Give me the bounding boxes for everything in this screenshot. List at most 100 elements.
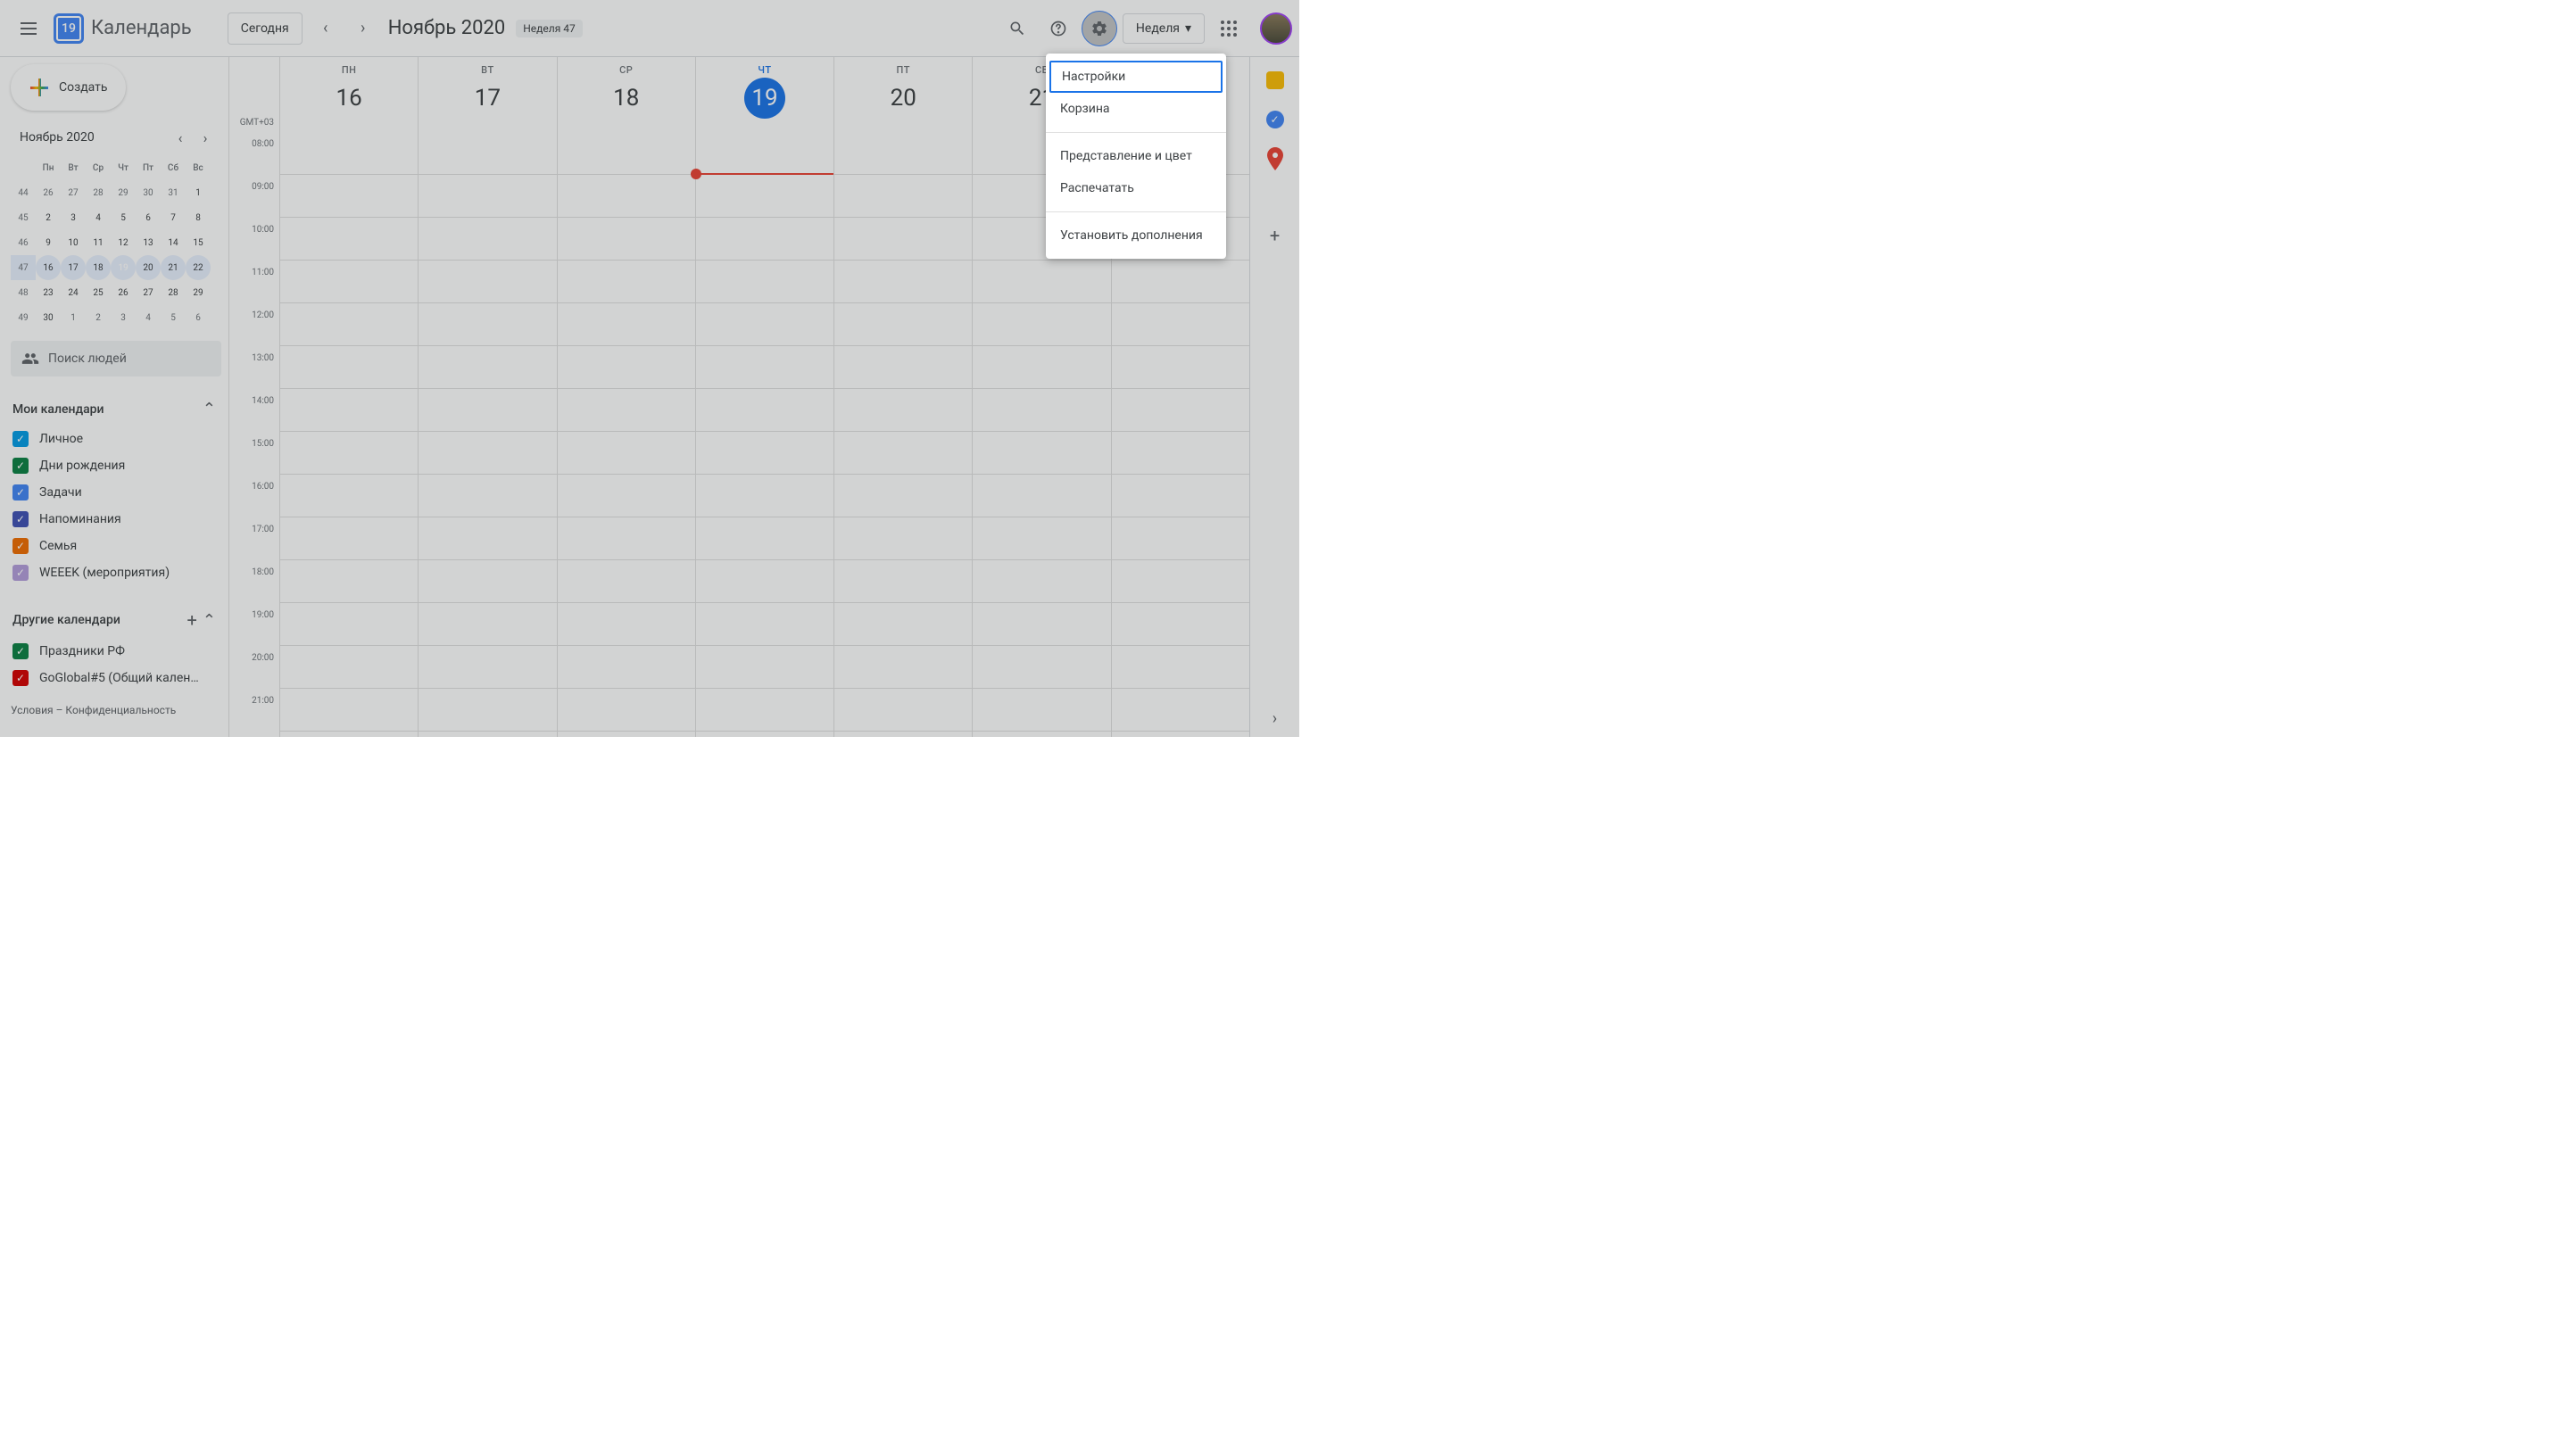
user-avatar[interactable] — [1260, 12, 1292, 45]
calendar-checkbox[interactable]: ✓ — [12, 670, 29, 686]
today-button[interactable]: Сегодня — [228, 12, 303, 45]
settings-button[interactable] — [1082, 11, 1117, 46]
mini-day[interactable]: 3 — [111, 305, 136, 330]
mini-day[interactable]: 2 — [86, 305, 111, 330]
mini-day[interactable]: 14 — [161, 230, 186, 255]
calendar-checkbox[interactable]: ✓ — [12, 538, 29, 554]
privacy-link[interactable]: Конфиденциальность — [65, 704, 176, 716]
mini-day[interactable]: 29 — [111, 180, 136, 205]
mini-day[interactable]: 21 — [161, 255, 186, 280]
mini-day[interactable]: 22 — [186, 255, 211, 280]
google-apps-button[interactable] — [1210, 10, 1248, 47]
my-calendars-toggle[interactable]: Мои календари ⌃ — [11, 393, 221, 426]
day-column[interactable] — [695, 132, 833, 737]
add-calendar-button[interactable]: + — [187, 609, 197, 631]
calendar-checkbox[interactable]: ✓ — [12, 511, 29, 527]
mini-day[interactable]: 1 — [61, 305, 86, 330]
calendar-item[interactable]: ✓ Семья — [11, 533, 221, 559]
mini-day[interactable]: 26 — [36, 180, 61, 205]
mini-day[interactable]: 30 — [36, 305, 61, 330]
mini-day[interactable]: 3 — [61, 205, 86, 230]
search-people-input[interactable]: Поиск людей — [11, 341, 221, 376]
mini-day[interactable]: 2 — [36, 205, 61, 230]
menu-item[interactable]: Корзина — [1046, 93, 1226, 125]
mini-prev-button[interactable]: ‹ — [170, 127, 191, 148]
mini-day[interactable]: 27 — [61, 180, 86, 205]
calendar-item[interactable]: ✓ Задачи — [11, 479, 221, 506]
mini-day[interactable]: 5 — [161, 305, 186, 330]
menu-item[interactable]: Распечатать — [1046, 172, 1226, 204]
mini-day[interactable]: 31 — [161, 180, 186, 205]
day-header[interactable]: ПТ 20 — [833, 57, 972, 132]
day-header[interactable]: СР 18 — [557, 57, 695, 132]
day-header[interactable]: ВТ 17 — [418, 57, 556, 132]
menu-item[interactable]: Установить дополнения — [1046, 219, 1226, 252]
mini-day[interactable]: 1 — [186, 180, 211, 205]
tasks-icon[interactable]: ✓ — [1266, 111, 1284, 128]
calendar-item[interactable]: ✓ GoGlobal#5 (Общий кален… — [11, 665, 221, 691]
mini-day[interactable]: 4 — [86, 205, 111, 230]
calendar-checkbox[interactable]: ✓ — [12, 643, 29, 659]
create-button[interactable]: Создать — [11, 64, 126, 111]
collapse-panel-button[interactable]: › — [1273, 709, 1277, 728]
mini-day[interactable]: 11 — [86, 230, 111, 255]
mini-day[interactable]: 16 — [36, 255, 61, 280]
mini-day[interactable]: 23 — [36, 280, 61, 305]
terms-link[interactable]: Условия — [11, 704, 54, 716]
mini-day[interactable]: 17 — [61, 255, 86, 280]
mini-day[interactable]: 30 — [136, 180, 161, 205]
day-header[interactable]: ЧТ 19 — [695, 57, 833, 132]
logo[interactable]: 19 Календарь — [54, 13, 192, 44]
mini-next-button[interactable]: › — [195, 127, 216, 148]
addons-button[interactable]: + — [1270, 225, 1280, 246]
calendar-item[interactable]: ✓ Праздники РФ — [11, 638, 221, 665]
mini-day[interactable]: 12 — [111, 230, 136, 255]
mini-day[interactable]: 13 — [136, 230, 161, 255]
prev-week-button[interactable]: ‹ — [311, 14, 340, 43]
mini-day[interactable]: 15 — [186, 230, 211, 255]
mini-day[interactable]: 28 — [86, 180, 111, 205]
mini-day[interactable]: 5 — [111, 205, 136, 230]
main-menu-button[interactable] — [7, 7, 50, 50]
menu-item[interactable]: Настройки — [1049, 61, 1223, 93]
mini-day[interactable]: 28 — [161, 280, 186, 305]
day-header[interactable]: ПН 16 — [279, 57, 418, 132]
mini-day[interactable]: 10 — [61, 230, 86, 255]
day-column[interactable] — [418, 132, 556, 737]
calendar-checkbox[interactable]: ✓ — [12, 431, 29, 447]
mini-day[interactable]: 6 — [136, 205, 161, 230]
calendar-item[interactable]: ✓ Напоминания — [11, 506, 221, 533]
keep-icon[interactable] — [1266, 71, 1284, 89]
calendar-item[interactable]: ✓ Дни рождения — [11, 452, 221, 479]
mini-day[interactable]: 24 — [61, 280, 86, 305]
view-switcher-button[interactable]: Неделя ▾ — [1123, 13, 1205, 44]
mini-day[interactable]: 4 — [136, 305, 161, 330]
maps-icon[interactable] — [1266, 150, 1284, 168]
mini-day[interactable]: 27 — [136, 280, 161, 305]
day-column[interactable] — [557, 132, 695, 737]
time-label: 21:00 — [229, 696, 279, 737]
mini-day[interactable]: 29 — [186, 280, 211, 305]
day-column[interactable] — [279, 132, 418, 737]
calendar-item[interactable]: ✓ Личное — [11, 426, 221, 452]
other-calendars-toggle[interactable]: Другие календари + ⌃ — [11, 602, 221, 638]
mini-day[interactable]: 9 — [36, 230, 61, 255]
calendar-checkbox[interactable]: ✓ — [12, 458, 29, 474]
mini-day[interactable]: 8 — [186, 205, 211, 230]
mini-day[interactable]: 19 — [111, 255, 136, 280]
help-button[interactable] — [1040, 11, 1076, 46]
search-button[interactable] — [999, 11, 1035, 46]
mini-day[interactable]: 26 — [111, 280, 136, 305]
calendar-checkbox[interactable]: ✓ — [12, 484, 29, 500]
mini-day[interactable]: 20 — [136, 255, 161, 280]
mini-day[interactable]: 18 — [86, 255, 111, 280]
mini-day[interactable]: 25 — [86, 280, 111, 305]
mini-day[interactable]: 6 — [186, 305, 211, 330]
calendar-item[interactable]: ✓ WEEEK (мероприятия) — [11, 559, 221, 586]
calendar-checkbox[interactable]: ✓ — [12, 565, 29, 581]
day-column[interactable] — [833, 132, 972, 737]
next-week-button[interactable]: › — [349, 14, 377, 43]
mini-day[interactable]: 7 — [161, 205, 186, 230]
menu-item[interactable]: Представление и цвет — [1046, 140, 1226, 172]
plus-icon — [29, 77, 50, 98]
